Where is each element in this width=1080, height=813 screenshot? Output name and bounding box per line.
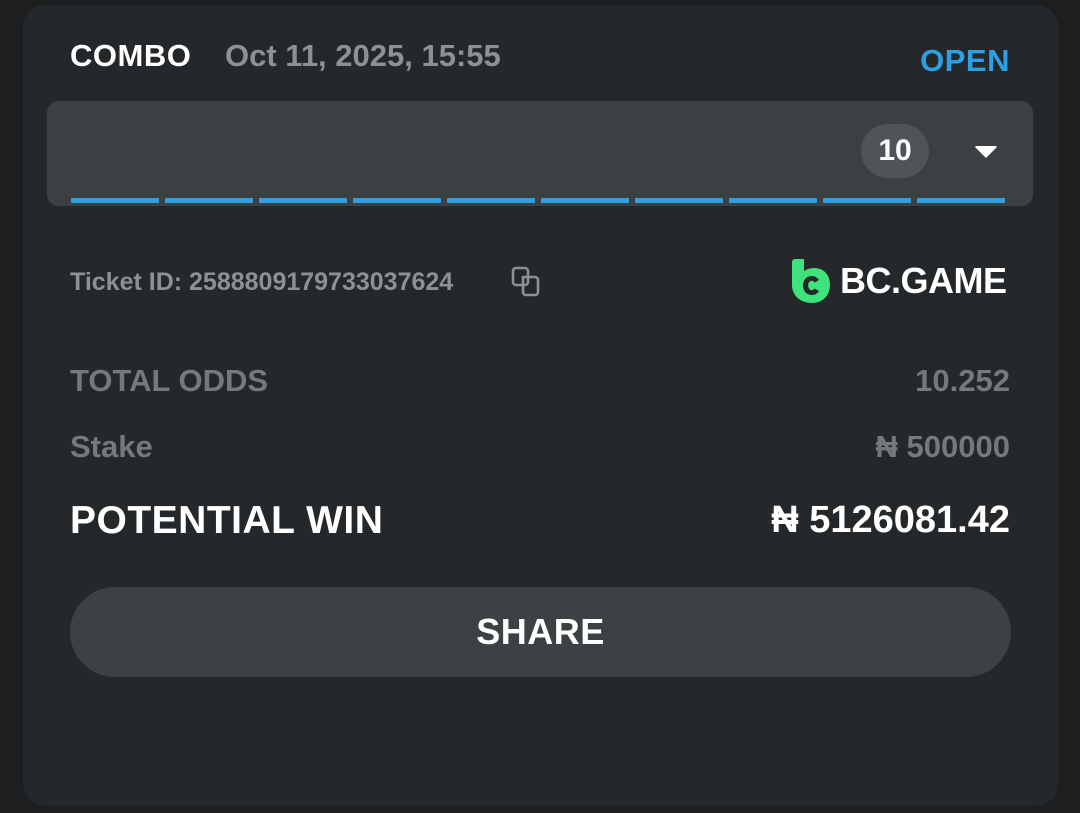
stake-value: ₦ 500000 bbox=[875, 429, 1010, 464]
bet-date: Oct 11, 2025, 15:55 bbox=[225, 38, 501, 73]
legs-dropdown[interactable]: 10 bbox=[47, 101, 1033, 206]
total-odds-label: TOTAL ODDS bbox=[70, 363, 269, 398]
bet-ticket-card: COMBO Oct 11, 2025, 15:55 OPEN 10 Ticket… bbox=[23, 5, 1058, 806]
stake-label: Stake bbox=[70, 429, 153, 464]
legs-progress-segment bbox=[917, 198, 1005, 203]
brand-name: BC.GAME bbox=[840, 260, 1007, 301]
legs-progress bbox=[71, 198, 1005, 203]
copy-icon[interactable] bbox=[510, 265, 544, 299]
total-odds-value: 10.252 bbox=[915, 363, 1010, 398]
legs-progress-segment bbox=[635, 198, 723, 203]
legs-progress-segment bbox=[729, 198, 817, 203]
legs-progress-segment bbox=[353, 198, 441, 203]
legs-progress-segment bbox=[823, 198, 911, 203]
legs-progress-segment bbox=[165, 198, 253, 203]
share-button[interactable]: SHARE bbox=[70, 587, 1011, 677]
chevron-down-icon[interactable] bbox=[974, 146, 998, 158]
legs-progress-segment bbox=[71, 198, 159, 203]
ticket-id: Ticket ID: 2588809179733037624 bbox=[70, 268, 454, 296]
bet-type: COMBO bbox=[70, 38, 192, 73]
status-badge: OPEN bbox=[920, 43, 1010, 78]
bcgame-logo-icon bbox=[792, 259, 830, 303]
legs-progress-segment bbox=[259, 198, 347, 203]
potential-win-label: POTENTIAL WIN bbox=[70, 499, 384, 542]
legs-count-badge: 10 bbox=[861, 124, 929, 178]
potential-win-value: ₦ 5126081.42 bbox=[771, 499, 1010, 541]
brand-logo: BC.GAME bbox=[788, 257, 1007, 305]
legs-progress-segment bbox=[541, 198, 629, 203]
legs-progress-segment bbox=[447, 198, 535, 203]
